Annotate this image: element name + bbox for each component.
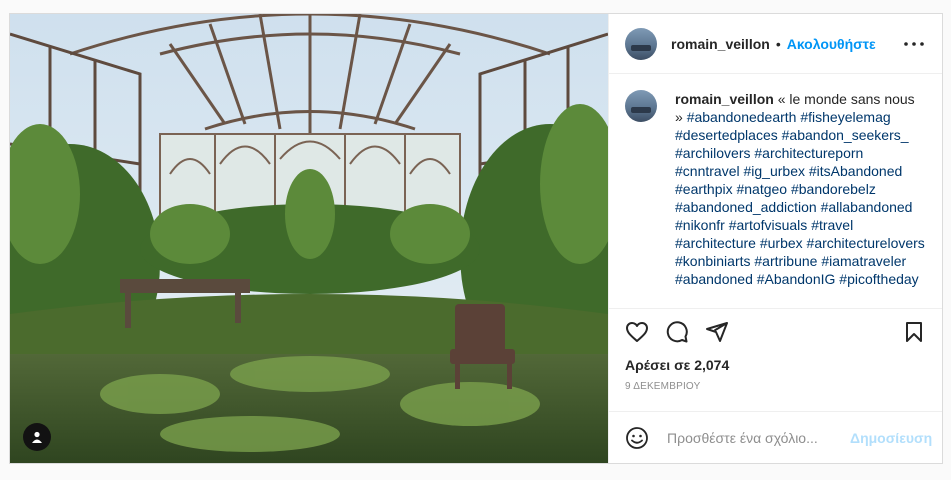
emoji-button[interactable] bbox=[625, 426, 649, 450]
hashtag-link[interactable]: #cnntravel bbox=[675, 163, 740, 179]
paper-plane-icon bbox=[706, 322, 728, 342]
more-options-button[interactable] bbox=[902, 32, 926, 56]
post-date[interactable]: 9 ΔΕΚΕΜΒΡΙΟΥ bbox=[609, 375, 942, 401]
hashtag-link[interactable]: #konbiniarts bbox=[675, 253, 751, 269]
hashtag-link[interactable]: #travel bbox=[811, 217, 853, 233]
hashtag-link[interactable]: #picoftheday bbox=[839, 271, 918, 287]
share-button[interactable] bbox=[705, 320, 729, 344]
bookmark-icon bbox=[906, 322, 922, 342]
hashtag-link[interactable]: #ig_urbex bbox=[743, 163, 805, 179]
comment-input[interactable] bbox=[665, 428, 850, 447]
comment-bar: Δημοσίευση bbox=[609, 411, 942, 463]
greenhouse-image bbox=[10, 14, 608, 463]
hashtag-link[interactable]: #bandorebelz bbox=[791, 181, 876, 197]
hashtag-link[interactable]: #earthpix bbox=[675, 181, 733, 197]
action-bar bbox=[609, 309, 942, 355]
post-photo[interactable] bbox=[10, 14, 608, 463]
hashtag-link[interactable]: #artribune bbox=[754, 253, 817, 269]
hashtag-link[interactable]: #itsAbandoned bbox=[809, 163, 902, 179]
post-comment-button[interactable]: Δημοσίευση bbox=[850, 430, 932, 446]
hashtag-link[interactable]: #architectureporn bbox=[754, 145, 863, 161]
hashtag-link[interactable]: #allabandoned bbox=[821, 199, 913, 215]
post-header: romain_veillon • Ακολουθήστε bbox=[609, 14, 942, 74]
hashtag-link[interactable]: #abandoned bbox=[675, 271, 753, 287]
emoji-icon bbox=[626, 426, 648, 449]
hashtag-link[interactable]: #nikonfr bbox=[675, 217, 725, 233]
hashtag-link[interactable]: #AbandonIG bbox=[757, 271, 836, 287]
caption-username[interactable]: romain_veillon bbox=[675, 91, 774, 107]
comment-button[interactable] bbox=[665, 320, 689, 344]
post-side-panel: romain_veillon • Ακολουθήστε romain_veil… bbox=[608, 14, 942, 463]
hashtag-link[interactable]: #archilovers bbox=[675, 145, 750, 161]
hashtag-link[interactable]: #urbex bbox=[760, 235, 803, 251]
hashtag-list: #abandonedearth #fisheyelemag #desertedp… bbox=[675, 109, 925, 287]
hashtag-link[interactable]: #architecturelovers bbox=[807, 235, 925, 251]
post-card: romain_veillon • Ακολουθήστε romain_veil… bbox=[9, 13, 943, 464]
hashtag-link[interactable]: #architecture bbox=[675, 235, 756, 251]
caption-section: romain_veillon « le monde sans nous » #a… bbox=[609, 74, 942, 309]
likes-count[interactable]: Αρέσει σε 2,074 bbox=[609, 355, 942, 375]
hashtag-link[interactable]: #natgeo bbox=[736, 181, 787, 197]
more-options-icon bbox=[904, 41, 924, 46]
avatar[interactable] bbox=[625, 27, 657, 60]
username-link[interactable]: romain_veillon bbox=[671, 36, 770, 52]
hashtag-link[interactable]: #abandonedearth bbox=[687, 109, 797, 125]
comment-icon bbox=[666, 321, 688, 343]
hashtag-link[interactable]: #abandoned_addiction bbox=[675, 199, 817, 215]
user-tag-icon bbox=[32, 431, 42, 443]
heart-icon bbox=[626, 322, 648, 342]
user-tag-button[interactable] bbox=[23, 423, 51, 451]
hashtag-link[interactable]: #desertedplaces bbox=[675, 127, 778, 143]
save-button[interactable] bbox=[902, 320, 926, 344]
separator-dot: • bbox=[775, 35, 781, 52]
hashtag-link[interactable]: #abandon_seekers_ bbox=[782, 127, 909, 143]
like-button[interactable] bbox=[625, 320, 649, 344]
hashtag-link[interactable]: #artofvisuals bbox=[729, 217, 808, 233]
caption-avatar[interactable] bbox=[625, 90, 657, 122]
follow-button[interactable]: Ακολουθήστε bbox=[787, 36, 876, 52]
caption: romain_veillon « le monde sans nous » #a… bbox=[675, 90, 926, 308]
hashtag-link[interactable]: #fisheyelemag bbox=[800, 109, 890, 125]
hashtag-link[interactable]: #iamatraveler bbox=[821, 253, 906, 269]
